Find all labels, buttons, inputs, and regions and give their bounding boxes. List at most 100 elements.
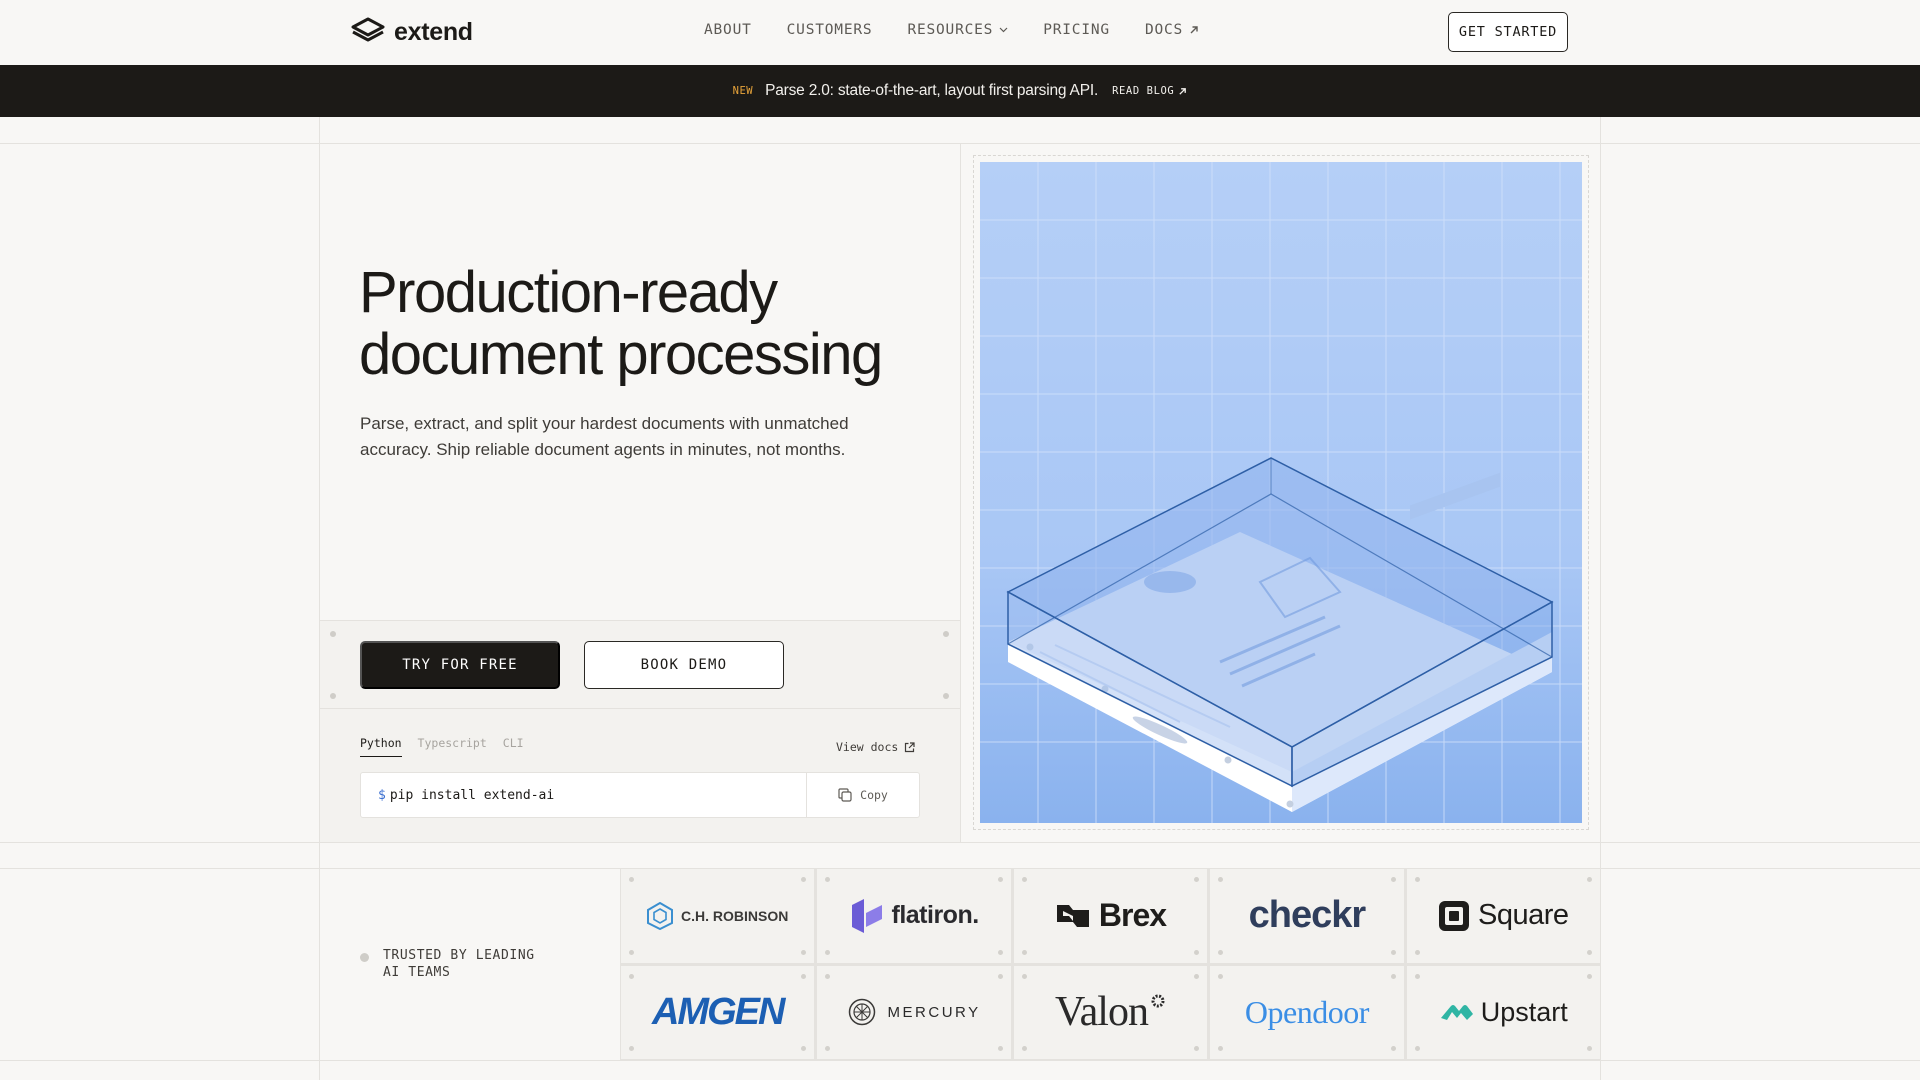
corner-dot [1390,973,1396,979]
top-nav: extend ABOUT CUSTOMERS RESOURCES PRICING… [0,0,1920,65]
try-for-free-button[interactable]: TRY FOR FREE [360,641,560,689]
corner-dot [997,1046,1003,1051]
corner-dot [1414,877,1420,882]
nav-link-about[interactable]: ABOUT [704,22,752,38]
tab-python[interactable]: Python [360,736,402,757]
view-docs-label: View docs [836,740,899,754]
install-command-box: $ pip install extend-ai Copy [360,772,920,818]
flatiron-mark-icon [851,898,882,933]
corner-dot [801,877,807,882]
corner-dot [330,631,336,637]
logo-flatiron: flatiron. [817,869,1011,963]
brand-name: extend [394,18,473,46]
book-demo-button[interactable]: BOOK DEMO [584,641,784,689]
square-mark-icon [1439,900,1470,931]
external-link-icon [905,741,915,752]
frame-line-left [319,0,320,1080]
hero-subtitle: Parse, extract, and split your hardest d… [360,414,849,459]
corner-dot [1021,973,1027,979]
nav-link-customers[interactable]: CUSTOMERS [787,22,873,38]
corner-dot [1021,949,1027,955]
chevron-down-icon [999,27,1008,33]
language-tabs: Python Typescript CLI [360,736,524,757]
corner-dot [1586,1046,1592,1051]
arrow-up-right-icon [1190,26,1198,34]
extend-logo-icon [351,17,385,48]
corner-dot [1414,1046,1420,1051]
corner-dot [1218,949,1224,955]
amgen-wordmark: AMGEN [651,990,785,1033]
read-blog-label: READ BLOG [1112,85,1175,97]
corner-dot [943,693,949,699]
frame-line-bottom [0,1060,1920,1061]
view-docs-link[interactable]: View docs [836,740,915,754]
get-started-button[interactable]: GET STARTED [1448,12,1568,52]
corner-dot [1194,949,1200,955]
valon-wordmark: Valon [1054,989,1149,1036]
logo-brex: Brex [1013,869,1208,963]
arrow-up-right-icon [1179,87,1187,95]
brex-wordmark: Brex [1098,897,1167,934]
corner-dot [1194,1046,1200,1051]
frame-line-top [0,143,1920,144]
read-blog-link[interactable]: READ BLOG [1112,85,1187,97]
corner-dot [825,877,831,882]
trusted-dot [360,953,369,962]
isometric-document-illustration [980,162,1582,823]
nav-link-pricing[interactable]: PRICING [1043,22,1110,38]
corner-dot [1194,877,1200,882]
hero-title: Production-ready document processing [359,262,883,386]
trusted-by-section: TRUSTED BY LEADING AI TEAMS [360,947,553,981]
corner-dot [1218,973,1224,979]
ch-robinson-wordmark: C.H. ROBINSON [681,907,789,924]
frame-line-mid [0,842,1920,843]
corner-dot [825,1046,831,1051]
corner-dot [1390,877,1396,882]
valon-star-icon [1151,994,1165,1008]
nav-links: ABOUT CUSTOMERS RESOURCES PRICING DOCS [704,22,1199,38]
logo-square: Square [1406,869,1600,963]
install-command[interactable]: $ pip install extend-ai [361,788,806,803]
logo-valon: Valon [1013,965,1208,1059]
corner-dot [997,973,1003,979]
nav-link-resources-label: RESOURCES [907,22,994,38]
logo-ch-robinson: C.H. ROBINSON [621,869,815,963]
corner-dot [1218,1046,1224,1051]
nav-link-resources[interactable]: RESOURCES [907,22,1008,38]
tab-typescript[interactable]: Typescript [418,736,487,757]
corner-dot [1414,973,1420,979]
copy-button[interactable]: Copy [806,773,919,817]
brex-mark-icon [1056,904,1089,927]
corner-dot [1021,1046,1027,1051]
announcement-banner[interactable]: NEW Parse 2.0: state-of-the-art, layout … [0,65,1920,117]
corner-dot [1390,1046,1396,1051]
logo-opendoor: Opendoor [1210,965,1404,1059]
corner-dot [330,693,336,699]
prompt-symbol: $ [378,787,386,803]
logo-amgen: AMGEN [621,965,815,1059]
corner-dot [801,1046,807,1051]
frame-line-center [960,143,961,843]
nav-link-docs-label: DOCS [1144,22,1184,38]
upstart-wordmark: Upstart [1480,996,1568,1027]
corner-dot [1586,973,1592,979]
logo-checkr: checkr [1210,869,1404,963]
upstart-mark-icon [1440,1005,1473,1021]
logo-mercury: MERCURY [817,965,1011,1059]
announcement-text: Parse 2.0: state-of-the-art, layout firs… [765,82,1099,99]
tab-cli[interactable]: CLI [503,736,524,757]
corner-dot [1390,949,1396,955]
nav-link-docs[interactable]: DOCS [1145,22,1199,38]
corner-dot [825,949,831,955]
copy-label: Copy [860,788,888,802]
trusted-label: TRUSTED BY LEADING AI TEAMS [383,948,535,980]
corner-dot [1021,877,1027,882]
corner-dot [801,949,807,955]
corner-dot [1586,949,1592,955]
corner-dot [629,973,634,979]
brand-logo[interactable]: extend [351,17,473,48]
new-badge: NEW [732,85,754,97]
mercury-wordmark: MERCURY [887,1003,981,1021]
copy-icon [838,788,852,802]
logo-upstart: Upstart [1406,965,1600,1059]
